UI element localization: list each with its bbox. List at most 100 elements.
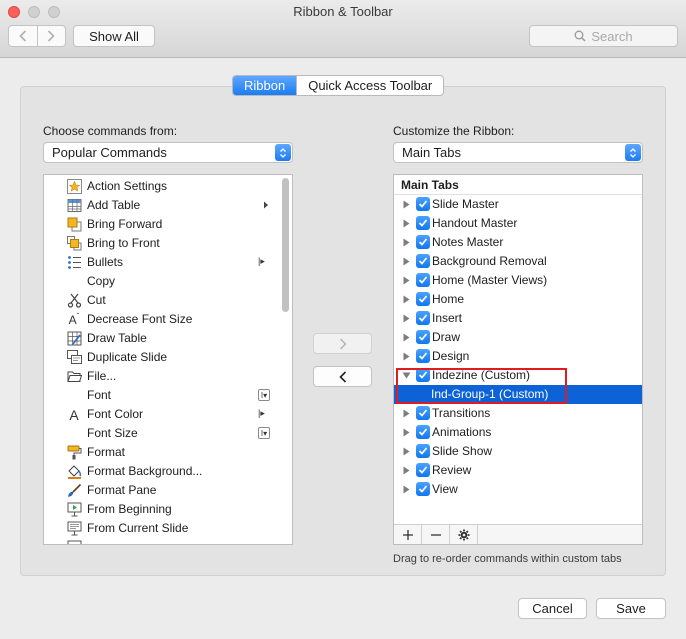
- checkbox-checked[interactable]: [416, 235, 430, 249]
- combo-box-icon: I▾: [258, 427, 270, 439]
- checkbox-checked[interactable]: [416, 197, 430, 211]
- tree-item-label: Background Removal: [432, 254, 547, 268]
- checkbox-checked[interactable]: [416, 216, 430, 230]
- tree-item[interactable]: Insert: [394, 309, 642, 328]
- disclosure-triangle-icon[interactable]: [403, 447, 410, 456]
- disclosure-triangle-icon[interactable]: [403, 466, 410, 475]
- search-field[interactable]: Search: [529, 25, 678, 47]
- list-item[interactable]: From Current Slide: [44, 519, 280, 538]
- list-item[interactable]: Copy: [44, 272, 280, 291]
- tab-ribbon[interactable]: Ribbon: [233, 76, 297, 95]
- list-item[interactable]: Action Settings: [44, 177, 280, 196]
- list-item[interactable]: Bullets |▸: [44, 253, 280, 272]
- list-item[interactable]: File...: [44, 367, 280, 386]
- slideshow-start-icon: [66, 502, 82, 517]
- checkbox-checked[interactable]: [416, 463, 430, 477]
- list-item[interactable]: Bring Forward: [44, 215, 280, 234]
- checkbox-checked[interactable]: [416, 425, 430, 439]
- save-button[interactable]: Save: [596, 598, 666, 619]
- show-all-button[interactable]: Show All: [73, 25, 155, 47]
- add-command-button[interactable]: [313, 333, 372, 354]
- tab-quick-access-toolbar[interactable]: Quick Access Toolbar: [296, 76, 443, 95]
- star-icon: [66, 179, 82, 194]
- decrease-font-icon: Aˇ: [68, 312, 80, 327]
- tree-item-label: Draw: [432, 330, 461, 344]
- tree-item[interactable]: Draw: [394, 328, 642, 347]
- disclosure-triangle-icon[interactable]: [403, 314, 410, 323]
- select-arrows-icon: [275, 144, 291, 161]
- commands-list[interactable]: Action Settings Add Table Bring Forward …: [43, 174, 293, 545]
- tree-item[interactable]: Slide Master: [394, 195, 642, 214]
- tree-item[interactable]: Transitions: [394, 404, 642, 423]
- disclosure-triangle-icon[interactable]: [403, 200, 410, 209]
- tree-item[interactable]: Notes Master: [394, 233, 642, 252]
- partial-item-icon: [66, 540, 82, 544]
- tree-item[interactable]: Slide Show: [394, 442, 642, 461]
- back-forward-group: [8, 25, 66, 47]
- checkbox-checked[interactable]: [416, 444, 430, 458]
- commands-source-select[interactable]: Popular Commands: [43, 142, 293, 163]
- checkbox-checked[interactable]: [416, 273, 430, 287]
- list-item[interactable]: Duplicate Slide: [44, 348, 280, 367]
- tree-item[interactable]: Review: [394, 461, 642, 480]
- ribbon-tree[interactable]: Main Tabs Slide Master Handout Master No…: [393, 174, 643, 545]
- checkbox-checked[interactable]: [416, 482, 430, 496]
- list-item[interactable]: Format: [44, 443, 280, 462]
- disclosure-triangle-icon[interactable]: [403, 295, 410, 304]
- disclosure-triangle-icon[interactable]: [403, 257, 410, 266]
- disclosure-triangle-icon[interactable]: [403, 333, 410, 342]
- disclosure-triangle-icon[interactable]: [403, 219, 410, 228]
- list-item[interactable]: Format Pane: [44, 481, 280, 500]
- list-item[interactable]: Bring to Front: [44, 234, 280, 253]
- remove-command-button[interactable]: [313, 366, 372, 387]
- chevron-right-icon: [339, 337, 347, 350]
- duplicate-slide-icon: [66, 350, 82, 365]
- command-label: Cut: [87, 293, 106, 307]
- disclosure-triangle-icon[interactable]: [403, 428, 410, 437]
- settings-menu-button[interactable]: [450, 525, 478, 544]
- list-item[interactable]: Add Table: [44, 196, 280, 215]
- command-label: Font Color: [87, 407, 144, 421]
- command-label: Duplicate Slide: [87, 350, 168, 364]
- list-item[interactable]: Cut: [44, 291, 280, 310]
- add-tab-button[interactable]: [394, 525, 422, 544]
- remove-tab-button[interactable]: [422, 525, 450, 544]
- forward-button[interactable]: [36, 26, 66, 46]
- bring-to-front-icon: [66, 236, 82, 251]
- disclosure-triangle-icon[interactable]: [403, 238, 410, 247]
- checkbox-checked[interactable]: [416, 254, 430, 268]
- title-bar: Ribbon & Toolbar Show All Search: [0, 0, 686, 58]
- disclosure-triangle-icon[interactable]: [403, 409, 410, 418]
- commands-list-scrollbar[interactable]: [282, 178, 289, 312]
- list-item[interactable]: Font Size I▾: [44, 424, 280, 443]
- list-item[interactable]: Draw Table: [44, 329, 280, 348]
- disclosure-triangle-icon[interactable]: [403, 352, 410, 361]
- list-item[interactable]: Format Background...: [44, 462, 280, 481]
- command-label: Copy: [87, 274, 116, 288]
- disclosure-triangle-icon[interactable]: [403, 485, 410, 494]
- list-item[interactable]: From Beginning: [44, 500, 280, 519]
- checkbox-checked[interactable]: [416, 406, 430, 420]
- checkbox-checked[interactable]: [416, 349, 430, 363]
- tree-item[interactable]: Home: [394, 290, 642, 309]
- checkbox-checked[interactable]: [416, 311, 430, 325]
- tree-item[interactable]: View: [394, 480, 642, 499]
- minus-icon: [430, 533, 441, 536]
- checkbox-checked[interactable]: [416, 292, 430, 306]
- tree-item[interactable]: Design: [394, 347, 642, 366]
- list-item[interactable]: Aˇ Decrease Font Size: [44, 310, 280, 329]
- list-item[interactable]: A Font Color |▸: [44, 405, 280, 424]
- ribbon-tabs-select[interactable]: Main Tabs: [393, 142, 643, 163]
- cancel-button[interactable]: Cancel: [518, 598, 587, 619]
- disclosure-triangle-icon[interactable]: [403, 276, 410, 285]
- checkbox-checked[interactable]: [416, 330, 430, 344]
- list-item-partial[interactable]: [44, 538, 280, 544]
- tree-toolbar: [394, 524, 642, 544]
- list-item[interactable]: Font I▾: [44, 386, 280, 405]
- tree-item[interactable]: Animations: [394, 423, 642, 442]
- tree-item[interactable]: Background Removal: [394, 252, 642, 271]
- tree-item[interactable]: Home (Master Views): [394, 271, 642, 290]
- tree-item[interactable]: Handout Master: [394, 214, 642, 233]
- command-label: Add Table: [87, 198, 141, 212]
- back-button[interactable]: [9, 26, 37, 46]
